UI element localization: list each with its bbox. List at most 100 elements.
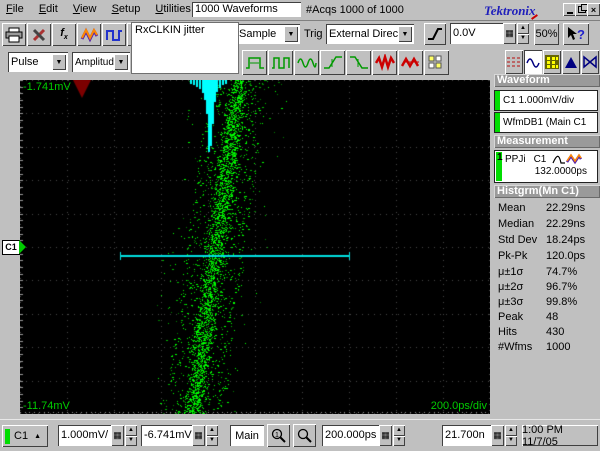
- menu-edit[interactable]: Edit: [33, 0, 64, 17]
- measure-type-select[interactable]: Amplitude ▼: [72, 52, 130, 72]
- keypad-button[interactable]: ▦: [503, 23, 516, 44]
- spinner-up-icon[interactable]: ▲: [505, 425, 517, 436]
- waveform-item-wfmdb1[interactable]: WfmDB1 (Main C1: [494, 112, 598, 133]
- measure-period-button[interactable]: [268, 50, 293, 75]
- chevron-down-icon[interactable]: ▼: [52, 54, 66, 70]
- spinner-up-icon[interactable]: ▲: [393, 425, 405, 436]
- stat-label: μ±1σ: [498, 266, 523, 278]
- stat-value: 18.24ps: [546, 234, 585, 246]
- channel-select-button[interactable]: C1 ▲: [2, 425, 48, 447]
- tektronix-logo: Tektronix: [484, 3, 536, 19]
- zoom-1-button[interactable]: 1: [267, 424, 290, 447]
- math-button[interactable]: fx: [52, 23, 76, 46]
- graticule: -1.741mV -11.74mV 200.0ps/div: [20, 80, 490, 414]
- minimize-icon: [567, 12, 573, 14]
- spinner-down-icon[interactable]: ▼: [125, 436, 137, 447]
- vertical-offset-input[interactable]: -6.741mV: [141, 425, 194, 446]
- spinner-down-icon[interactable]: ▼: [206, 436, 218, 447]
- horizontal-position-spinner[interactable]: ▲ ▼: [505, 425, 517, 446]
- printer-icon: [5, 27, 23, 43]
- print-button[interactable]: [2, 23, 26, 46]
- timebase-scale-label: 200.0ps/div: [431, 400, 487, 412]
- acquisition-mode-select[interactable]: Sample ▼: [236, 24, 300, 44]
- display-color-grade-button[interactable]: [543, 50, 561, 74]
- measure-timing-button[interactable]: [424, 50, 449, 75]
- jitter2-icon: [401, 54, 421, 71]
- display-vectors-button[interactable]: [505, 50, 523, 74]
- help-cursor-icon: ?: [566, 26, 586, 42]
- graticule-canvas: [20, 80, 490, 414]
- magnifier-1-icon: 1: [271, 428, 287, 444]
- display-sine-button[interactable]: [524, 50, 542, 74]
- waveform-item-c1[interactable]: C1 1.000mV/div: [494, 90, 598, 111]
- tools-button[interactable]: [27, 23, 51, 46]
- spinner-up-icon[interactable]: ▲: [206, 425, 218, 436]
- menu-setup[interactable]: Setup: [106, 0, 147, 17]
- keypad-button[interactable]: ▦: [491, 425, 504, 446]
- keypad-icon: ▦: [194, 430, 203, 441]
- close-button[interactable]: ×: [587, 3, 600, 16]
- menu-file[interactable]: File: [0, 0, 30, 17]
- stat-value: 1000: [546, 341, 570, 353]
- trigger-level-spinner[interactable]: ▲ ▼: [517, 23, 529, 44]
- trigger-slope-button[interactable]: [424, 23, 446, 45]
- channel-marker[interactable]: C1: [2, 240, 20, 255]
- chevron-down-icon[interactable]: ▼: [114, 54, 128, 70]
- stat-value: 22.29ns: [546, 218, 585, 230]
- measure-rise-time-button[interactable]: [320, 50, 345, 75]
- close-icon: ×: [591, 5, 596, 15]
- vertical-scale-spinner[interactable]: ▲ ▼: [125, 425, 137, 446]
- keypad-button[interactable]: ▦: [379, 425, 392, 446]
- chevron-down-icon[interactable]: ▼: [398, 26, 412, 42]
- measure-width-button[interactable]: [242, 50, 267, 75]
- keypad-button[interactable]: ▦: [192, 425, 205, 446]
- vertical-scale-input[interactable]: 1.000mV/: [58, 425, 113, 446]
- help-pointer-button[interactable]: ?: [563, 23, 589, 45]
- menu-view[interactable]: View: [67, 0, 103, 17]
- set-50-percent-button[interactable]: 50%: [534, 23, 559, 45]
- vertical-offset-spinner[interactable]: ▲ ▼: [206, 425, 218, 446]
- horizontal-scale-input[interactable]: 200.000ps: [322, 425, 381, 446]
- dashed-vectors-icon: [507, 55, 521, 69]
- spinner-down-icon[interactable]: ▼: [517, 34, 529, 45]
- keypad-icon: ▦: [493, 430, 502, 441]
- measure-frequency-button[interactable]: [294, 50, 319, 75]
- color-grade-icon: [545, 55, 559, 69]
- trigger-source-select[interactable]: External Direct ▼: [326, 24, 414, 44]
- stat-label: Median: [498, 218, 534, 230]
- keypad-icon: ▦: [381, 430, 390, 441]
- spinner-down-icon[interactable]: ▼: [505, 436, 517, 447]
- stat-label: #Wfms: [498, 341, 532, 353]
- display-histogram-button[interactable]: [562, 50, 580, 74]
- spinner-up-icon[interactable]: ▲: [517, 23, 529, 34]
- horizontal-position-input[interactable]: 21.700n: [442, 425, 493, 446]
- spinner-down-icon[interactable]: ▼: [393, 436, 405, 447]
- measure-jitter-button[interactable]: [372, 50, 397, 75]
- up-triangle-icon: ▲: [34, 433, 41, 440]
- width-icon: [245, 54, 265, 71]
- spinner-up-icon[interactable]: ▲: [125, 425, 137, 436]
- measure-fall-time-button[interactable]: [346, 50, 371, 75]
- stat-label: Pk-Pk: [498, 250, 527, 262]
- chevron-down-icon[interactable]: ▼: [284, 26, 298, 42]
- zoom-2-button[interactable]: [293, 424, 316, 447]
- horizontal-scale-spinner[interactable]: ▲ ▼: [393, 425, 405, 446]
- trigger-level-input[interactable]: 0.0V: [450, 23, 505, 44]
- menu-utilities[interactable]: Utilities: [149, 0, 196, 17]
- trigger-source-value: External Direct: [326, 28, 398, 40]
- keypad-icon: ▦: [505, 28, 514, 39]
- waveform-button[interactable]: [77, 23, 101, 46]
- distribution-icon: [552, 153, 566, 165]
- measure-category-select[interactable]: Pulse ▼: [8, 52, 68, 72]
- rise-time-icon: [323, 54, 343, 71]
- timebase-button[interactable]: Main: [230, 425, 264, 446]
- slope-icon: [426, 26, 444, 42]
- vertical-button[interactable]: [102, 23, 126, 46]
- restore-icon: [578, 6, 586, 13]
- measurement-readout[interactable]: 1 PPJi C1 132.0000ps: [494, 150, 598, 183]
- measurement-source: C1: [534, 154, 547, 165]
- display-eye-button[interactable]: [581, 50, 599, 74]
- measure-jitter2-button[interactable]: [398, 50, 423, 75]
- histogram-section-header: Histgrm(Mn C1): [494, 185, 600, 198]
- keypad-button[interactable]: ▦: [111, 425, 124, 446]
